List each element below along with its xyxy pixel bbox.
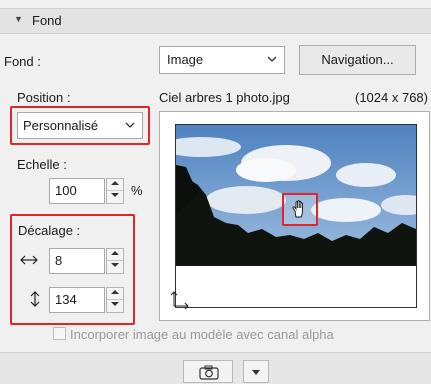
- chevron-down-icon: [267, 56, 277, 62]
- triangle-down-icon: [111, 302, 119, 306]
- spinner-up-button[interactable]: [107, 249, 123, 261]
- echelle-input[interactable]: 100: [49, 178, 105, 204]
- section-header-fond[interactable]: ▼ Fond: [0, 8, 431, 34]
- camera-icon: [199, 365, 219, 380]
- fond-label: Fond :: [4, 54, 41, 69]
- decalage-horizontal-value: 8: [55, 253, 63, 268]
- echelle-spinner[interactable]: [106, 178, 124, 204]
- navigation-button[interactable]: Navigation...: [299, 45, 416, 75]
- spinner-up-button[interactable]: [107, 179, 123, 191]
- collapse-triangle-icon[interactable]: ▼: [14, 14, 23, 24]
- echelle-unit: %: [131, 183, 143, 198]
- position-value: Personnalisé: [23, 118, 99, 133]
- preview-empty-area: [176, 266, 416, 307]
- spinner-down-button[interactable]: [107, 191, 123, 203]
- dropdown-triangle-icon: [252, 370, 260, 375]
- triangle-down-icon: [111, 193, 119, 197]
- spinner-up-button[interactable]: [107, 288, 123, 300]
- horizontal-arrows-icon: [20, 255, 38, 265]
- echelle-value: 100: [55, 183, 77, 198]
- triangle-up-icon: [111, 251, 119, 255]
- triangle-up-icon: [111, 290, 119, 294]
- alpha-channel-checkbox[interactable]: [53, 327, 66, 340]
- fond-type-select[interactable]: Image: [159, 46, 285, 74]
- decalage-horizontal-input[interactable]: 8: [49, 248, 105, 274]
- hand-cursor-icon[interactable]: [289, 198, 311, 220]
- decalage-vertical-value: 134: [55, 292, 77, 307]
- vertical-arrows-icon: [30, 291, 40, 307]
- origin-corner-arrows-icon: [170, 291, 189, 310]
- decalage-label: Décalage :: [18, 223, 81, 238]
- position-label: Position :: [17, 90, 71, 105]
- alpha-channel-label: Incorporer image au modèle avec canal al…: [70, 327, 334, 342]
- echelle-label: Echelle :: [17, 157, 67, 172]
- position-select[interactable]: Personnalisé: [17, 112, 143, 139]
- snapshot-menu-button[interactable]: [243, 360, 269, 383]
- spinner-down-button[interactable]: [107, 261, 123, 273]
- image-dimensions: (1024 x 768): [355, 90, 428, 105]
- decalage-vertical-input[interactable]: 134: [49, 287, 105, 313]
- triangle-down-icon: [111, 263, 119, 267]
- image-filename: Ciel arbres 1 photo.jpg: [159, 90, 290, 105]
- snapshot-button[interactable]: [183, 360, 233, 383]
- section-title: Fond: [32, 13, 62, 28]
- triangle-up-icon: [111, 181, 119, 185]
- chevron-down-icon: [125, 122, 135, 128]
- decalage-vertical-spinner[interactable]: [106, 287, 124, 313]
- decalage-horizontal-spinner[interactable]: [106, 248, 124, 274]
- spinner-down-button[interactable]: [107, 300, 123, 312]
- fond-type-value: Image: [167, 52, 204, 67]
